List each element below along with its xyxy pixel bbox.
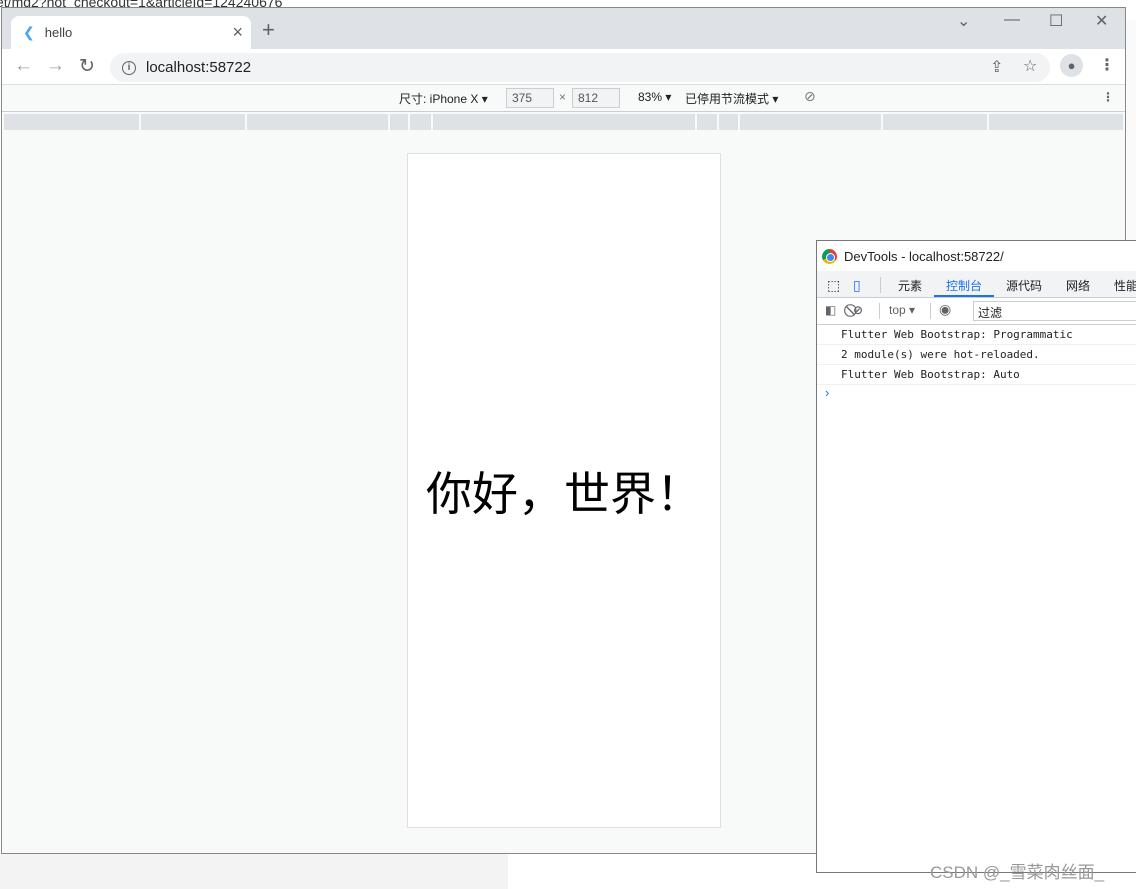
share-icon[interactable]: ⇪	[990, 57, 1003, 77]
star-icon[interactable]: ☆	[1023, 56, 1037, 76]
throttle-select[interactable]: 已停用节流模式 ▾	[685, 90, 778, 107]
devtools-window: DevTools - localhost:58722/ ⬚ ▯ 元素 控制台 源…	[816, 240, 1136, 873]
background-strip	[0, 853, 508, 889]
throttle-label: 已停用节流模式	[685, 92, 770, 106]
tab-search-icon[interactable]: ⌄	[957, 11, 970, 31]
console-message: Flutter Web Bootstrap: Auto	[817, 365, 1136, 385]
new-tab-button[interactable]: +	[262, 17, 275, 43]
forward-icon[interactable]: →	[46, 55, 65, 77]
tab-hello[interactable]: ❮ hello ×	[11, 16, 251, 49]
device-more-icon[interactable]: ⋮	[1102, 90, 1114, 104]
rotate-icon[interactable]: ⊘	[804, 88, 816, 105]
close-window-icon[interactable]: ✕	[1095, 11, 1108, 31]
context-label: top	[889, 303, 906, 317]
zoom-select[interactable]: 83% ▾	[638, 90, 671, 104]
reload-icon[interactable]: ↻	[79, 55, 95, 78]
console-prompt[interactable]: ›	[817, 385, 1136, 400]
chrome-icon	[822, 248, 837, 264]
sidebar-toggle-icon[interactable]: ◧	[825, 303, 836, 317]
console-toolbar: ◧ ⃠⊘ top ▾ ◉ 过滤	[817, 298, 1136, 325]
device-toggle-icon[interactable]: ▯	[853, 277, 861, 294]
height-input[interactable]: 812	[572, 88, 620, 108]
tab-performance[interactable]: 性能	[1114, 277, 1136, 294]
tab-elements[interactable]: 元素	[898, 277, 922, 294]
console-message: 2 module(s) were hot-reloaded.	[817, 345, 1136, 365]
console-message: Flutter Web Bootstrap: Programmatic	[817, 325, 1136, 345]
times-sign: ×	[559, 90, 567, 104]
address-bar[interactable]: i localhost:58722	[110, 53, 1050, 82]
maximize-icon[interactable]: ☐	[1049, 11, 1063, 31]
minimize-icon[interactable]: —	[1004, 11, 1020, 29]
tab-network[interactable]: 网络	[1066, 277, 1090, 294]
clear-console-icon[interactable]: ⃠⊘	[853, 303, 863, 318]
toolbar: ← → ↻ i localhost:58722 ⇪ ☆ ● ⋮	[2, 49, 1125, 85]
device-toolbar: 尺寸: iPhone X ▾ 375 × 812 83% ▾ 已停用节流模式 ▾…	[2, 85, 1125, 112]
hello-world-text: 你好，世界！	[426, 466, 702, 521]
devtools-tabs: ⬚ ▯ 元素 控制台 源代码 网络 性能	[817, 271, 1136, 298]
back-icon[interactable]: ←	[14, 55, 33, 77]
devtools-title: DevTools - localhost:58722/	[844, 248, 1004, 264]
inspect-icon[interactable]: ⬚	[827, 277, 840, 294]
device-viewport: 你好，世界！	[407, 153, 721, 828]
device-select[interactable]: 尺寸: iPhone X ▾	[399, 90, 488, 107]
profile-icon[interactable]: ●	[1060, 54, 1083, 77]
filter-input[interactable]: 过滤	[973, 301, 1136, 321]
context-select[interactable]: top ▾	[889, 303, 915, 317]
tab-console[interactable]: 控制台	[934, 271, 995, 297]
zoom-label: 83%	[638, 90, 663, 104]
watermark: CSDN @_雪菜肉丝面_	[930, 863, 1105, 882]
close-tab-icon[interactable]: ×	[232, 22, 243, 43]
url-text: localhost:58722	[146, 59, 252, 76]
eye-icon[interactable]: ◉	[939, 301, 951, 318]
width-input[interactable]: 375	[506, 88, 554, 108]
tab-sources[interactable]: 源代码	[1006, 277, 1042, 294]
media-query-bar[interactable]	[4, 114, 1123, 130]
tab-title: hello	[44, 25, 73, 40]
tab-bar: ❮ hello × + ⌄ — ☐ ✕	[2, 8, 1125, 49]
device-label: 尺寸: iPhone X	[399, 92, 479, 106]
flutter-icon: ❮	[23, 24, 35, 40]
background-window	[1125, 20, 1136, 240]
devtools-titlebar: DevTools - localhost:58722/	[817, 241, 1136, 271]
menu-icon[interactable]: ⋮	[1099, 55, 1115, 75]
info-icon[interactable]: i	[122, 60, 136, 75]
